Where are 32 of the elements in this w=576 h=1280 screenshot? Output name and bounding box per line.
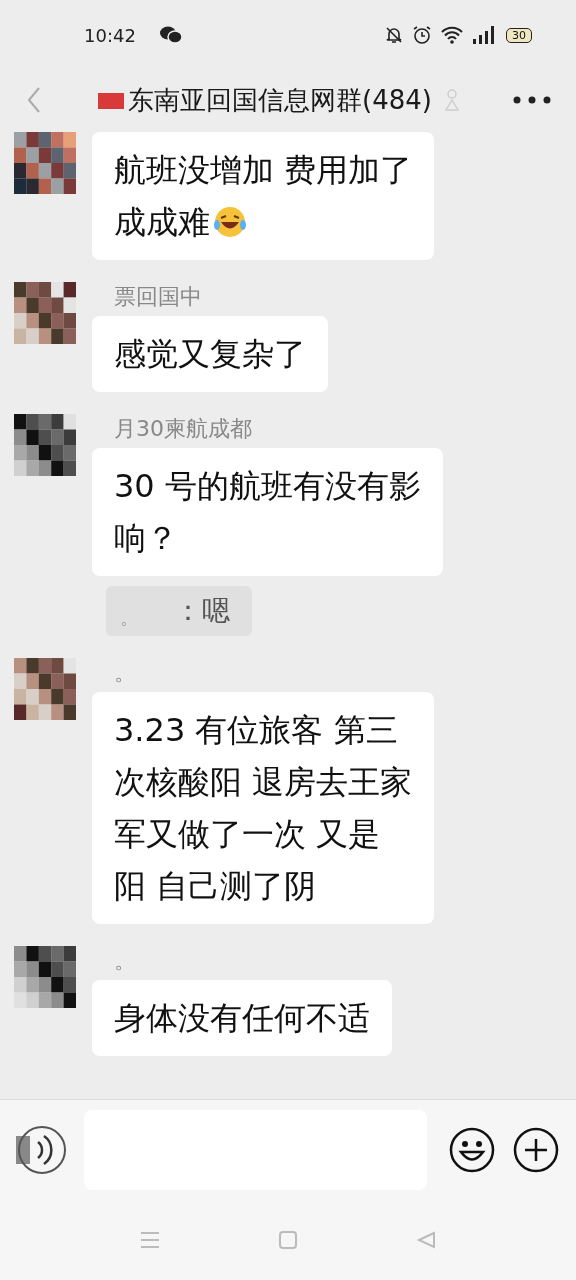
more-icon[interactable]	[512, 95, 552, 105]
sender-name: 。	[113, 947, 136, 975]
group-title: 东南亚回国信息网群(484)	[128, 83, 432, 117]
message-bubble: 30 号的航班有没有影 响？	[92, 448, 443, 576]
voice-icon[interactable]	[14, 1124, 66, 1176]
emoji-icon[interactable]	[449, 1127, 495, 1173]
message-bubble: 航班没增加 费用加了 成成难	[92, 132, 435, 260]
flag-icon	[98, 91, 124, 109]
signal-icon	[472, 25, 494, 45]
sender-name: 票回国中	[113, 283, 202, 311]
avatar[interactable]	[14, 658, 76, 720]
quoted-reply[interactable]: 。 ：嗯	[106, 586, 252, 636]
avatar[interactable]	[14, 946, 76, 1008]
wifi-icon	[440, 25, 464, 45]
bell-muted-icon	[384, 25, 404, 45]
sender-name: 月30柬航成都	[113, 415, 252, 443]
laughing-face-icon	[212, 205, 248, 239]
avatar[interactable]	[14, 132, 76, 194]
alarm-icon	[412, 25, 432, 45]
message-bubble: 感觉又复杂了	[92, 316, 328, 392]
quote-sender: 。	[120, 606, 138, 630]
avatar[interactable]	[14, 414, 76, 476]
add-icon[interactable]	[513, 1127, 559, 1173]
message-bubble: 身体没有任何不适	[92, 980, 392, 1056]
sender-name: 。	[113, 659, 136, 687]
message-bubble: 3.23 有位旅客 第三 次核酸阳 退房去王家 军又做了一次 又是 阳 自己测了阴	[92, 692, 435, 924]
chat-bubbles-icon	[159, 26, 182, 44]
person-icon	[443, 88, 460, 112]
clock-time: 10:42	[84, 24, 136, 46]
battery-level: 30	[506, 27, 532, 43]
avatar[interactable]	[14, 282, 76, 344]
quote-text: ：嗯	[174, 593, 230, 629]
